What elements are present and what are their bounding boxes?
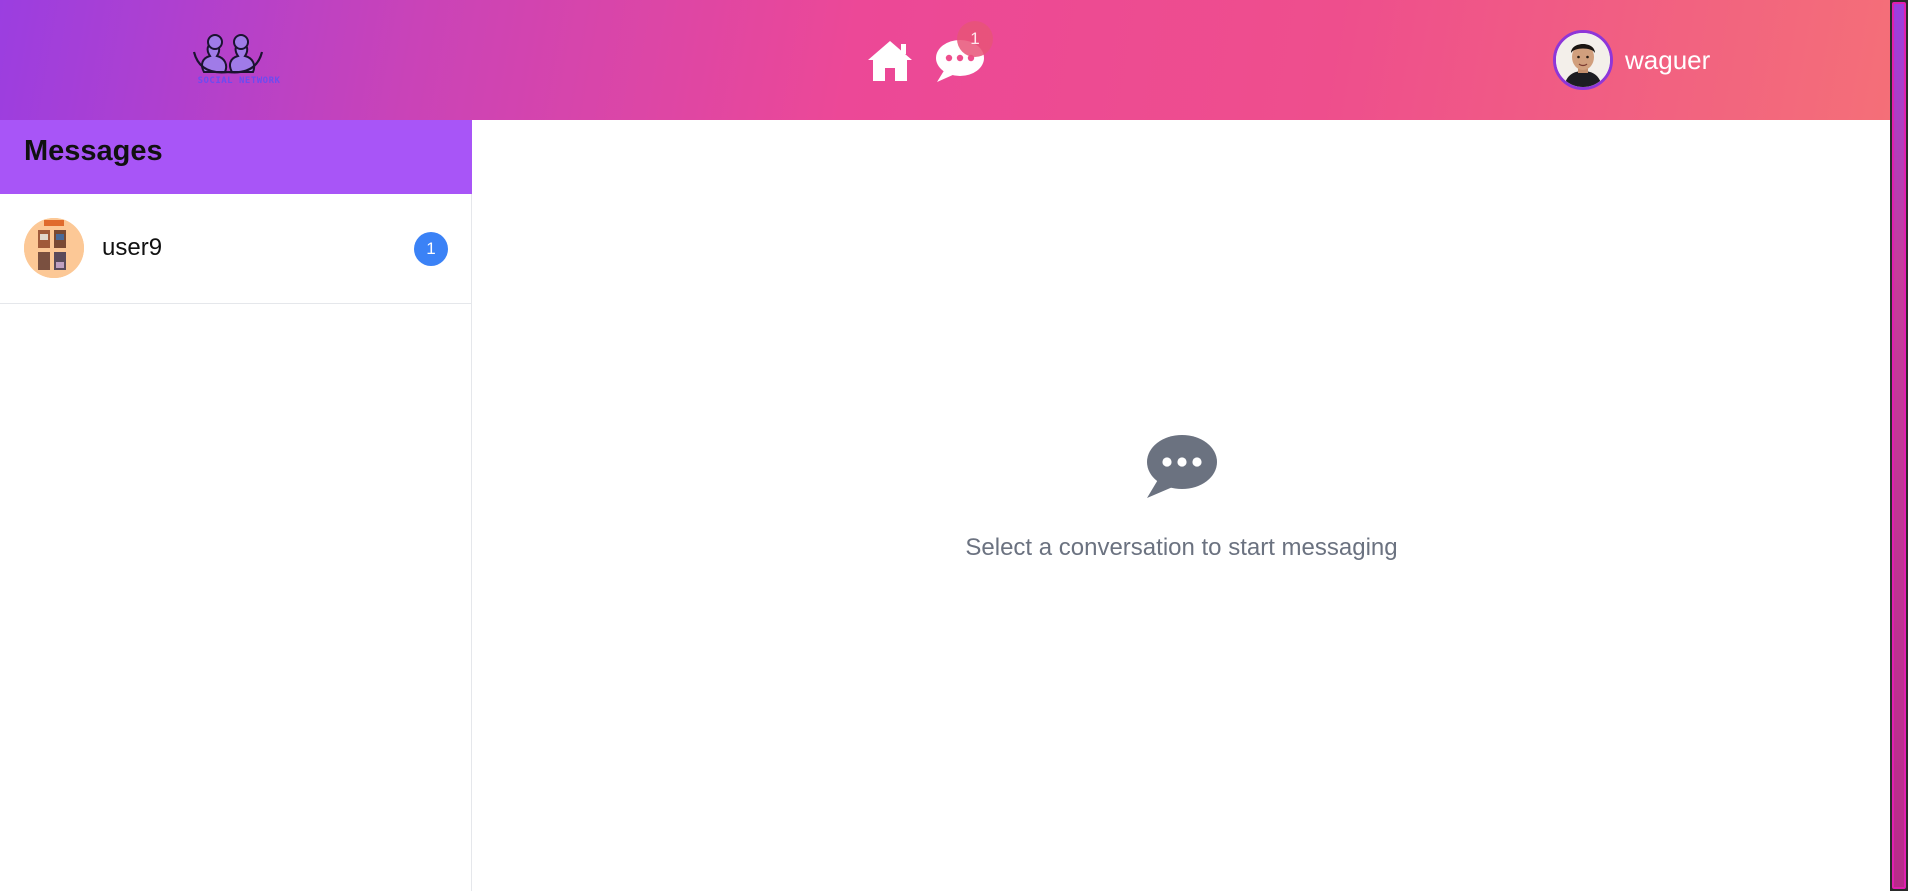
message-panel: Select a conversation to start messaging: [473, 120, 1890, 891]
messages-notification-badge: 1: [957, 21, 993, 57]
username-label: waguer: [1625, 44, 1711, 75]
app-window: SOCIAL NETWORK 1 waguer Messages user9 1…: [0, 0, 1890, 891]
chat-bubble-icon: [1147, 435, 1217, 498]
sidebar-title: Messages: [24, 135, 163, 167]
user-menu[interactable]: waguer: [1553, 30, 1710, 90]
empty-state-text: Select a conversation to start messaging: [965, 534, 1398, 561]
top-navbar: SOCIAL NETWORK 1 waguer: [0, 0, 1890, 120]
conversation-avatar: [24, 218, 84, 278]
scrollbar-thumb[interactable]: [1892, 2, 1906, 889]
unread-count-badge: 1: [414, 232, 448, 266]
conversations-sidebar: Messages user9 1: [0, 120, 472, 891]
brand-logo-text: SOCIAL NETWORK: [197, 76, 281, 86]
home-icon: [868, 41, 912, 81]
people-logo-icon: [192, 34, 264, 74]
brand-logo[interactable]: SOCIAL NETWORK: [180, 32, 295, 90]
home-button[interactable]: [866, 38, 914, 84]
sidebar-header: Messages: [0, 120, 472, 194]
window-scrollbar[interactable]: [1890, 0, 1908, 891]
contact-photo-icon: [24, 218, 84, 278]
conversation-name: user9: [102, 234, 163, 261]
conversation-item-user9[interactable]: user9 1: [0, 194, 471, 304]
user-portrait-icon: [1556, 33, 1610, 87]
user-avatar: [1553, 30, 1613, 90]
